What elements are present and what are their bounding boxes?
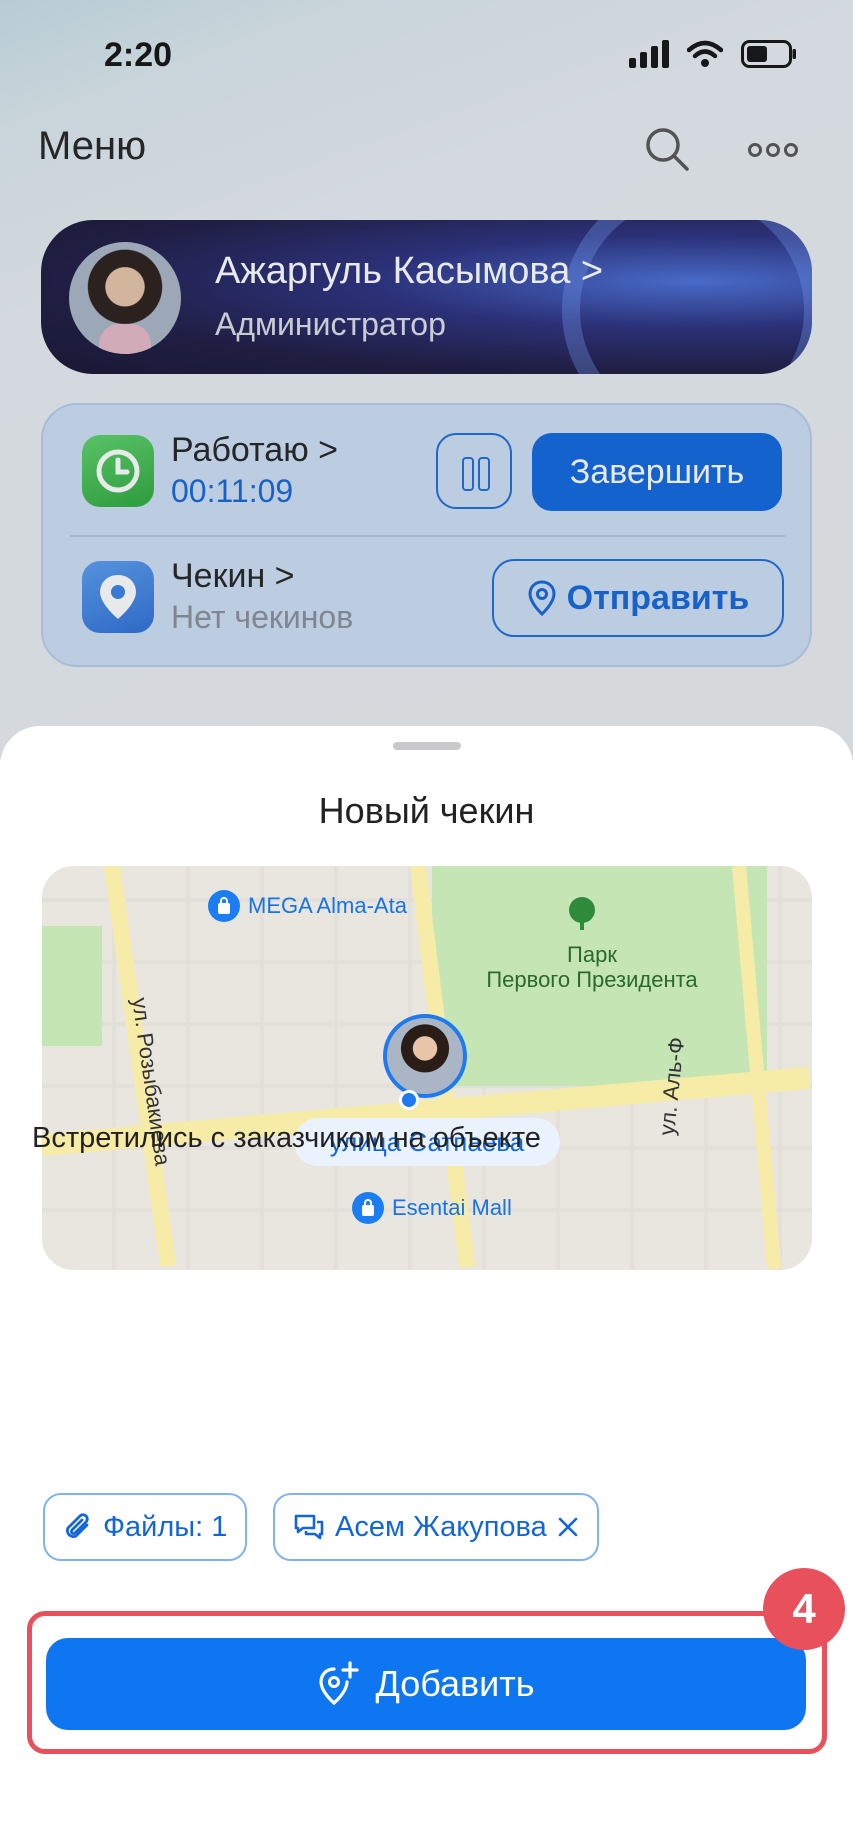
shopping-bag-icon [208, 890, 240, 922]
poi-mega[interactable]: MEGA Alma-Ata [208, 890, 407, 922]
files-chip[interactable]: Файлы: 1 [43, 1493, 248, 1561]
add-checkin-label: Добавить [375, 1663, 535, 1704]
comment-field[interactable]: Встретились с заказчиком на объекте [32, 1122, 541, 1155]
poi-label: MEGA Alma-Ata [248, 893, 407, 918]
poi-label: Esentai Mall [392, 1195, 512, 1220]
sheet-grabber[interactable] [393, 742, 461, 750]
park-label: Парк Первого Президента [486, 942, 698, 992]
close-icon[interactable] [557, 1516, 579, 1538]
user-location-avatar [383, 1014, 467, 1098]
files-chip-label: Файлы: 1 [103, 1510, 228, 1543]
person-chip-label: Асем Жакупова [335, 1510, 547, 1543]
location-dot [399, 1090, 419, 1110]
person-chip[interactable]: Асем Жакупова [273, 1493, 599, 1561]
step-badge: 4 [763, 1568, 845, 1650]
shopping-bag-icon [352, 1192, 384, 1224]
chat-icon [294, 1514, 324, 1540]
tree-icon [569, 897, 595, 930]
new-checkin-sheet: Новый чекин MEGA Alma-Ata Парк Первого П… [0, 726, 853, 1844]
add-location-icon [319, 1661, 360, 1706]
poi-esentai[interactable]: Esentai Mall [352, 1192, 512, 1224]
modal-backdrop[interactable] [0, 0, 853, 760]
add-checkin-button[interactable]: Добавить [46, 1638, 806, 1730]
sheet-title: Новый чекин [318, 790, 535, 831]
paperclip-icon [66, 1513, 89, 1538]
checkin-map[interactable]: MEGA Alma-Ata Парк Первого Президента ул… [42, 866, 812, 1270]
